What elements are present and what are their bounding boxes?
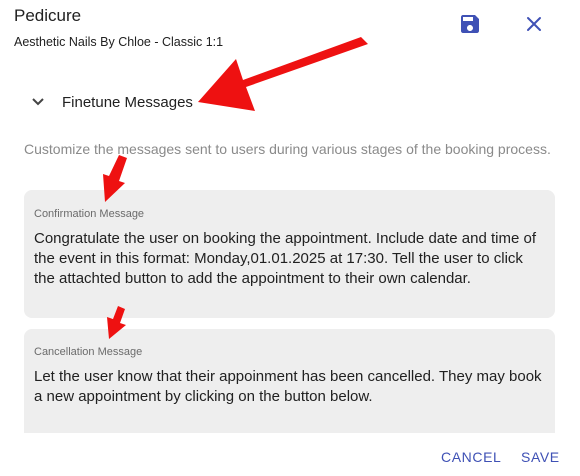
confirmation-message-label: Confirmation Message bbox=[34, 208, 145, 220]
section-title: Finetune Messages bbox=[62, 93, 193, 111]
close-button[interactable] bbox=[522, 12, 546, 36]
save-icon bbox=[461, 15, 479, 33]
finetune-messages-toggle[interactable]: Finetune Messages bbox=[28, 92, 193, 112]
confirmation-message-field[interactable]: Confirmation Message Congratulate the us… bbox=[24, 190, 555, 318]
cancel-button[interactable]: CANCEL bbox=[441, 449, 501, 465]
dialog-subtitle: Aesthetic Nails By Chloe - Classic 1:1 bbox=[14, 35, 224, 49]
save-button[interactable]: SAVE bbox=[521, 449, 560, 465]
cancellation-message-field[interactable]: Cancellation Message Let the user know t… bbox=[24, 329, 555, 433]
dialog-title: Pedicure bbox=[14, 6, 82, 25]
annotation-arrow-section bbox=[198, 37, 368, 111]
cancellation-message-label: Cancellation Message bbox=[34, 346, 143, 358]
save-icon-button[interactable] bbox=[458, 12, 482, 36]
close-icon bbox=[527, 17, 541, 31]
cancellation-message-text[interactable]: Let the user know that their appoinment … bbox=[34, 367, 546, 407]
chevron-down-icon bbox=[32, 98, 44, 106]
confirmation-message-text[interactable]: Congratulate the user on booking the app… bbox=[34, 229, 546, 289]
section-description: Customize the messages sent to users dur… bbox=[24, 141, 551, 157]
